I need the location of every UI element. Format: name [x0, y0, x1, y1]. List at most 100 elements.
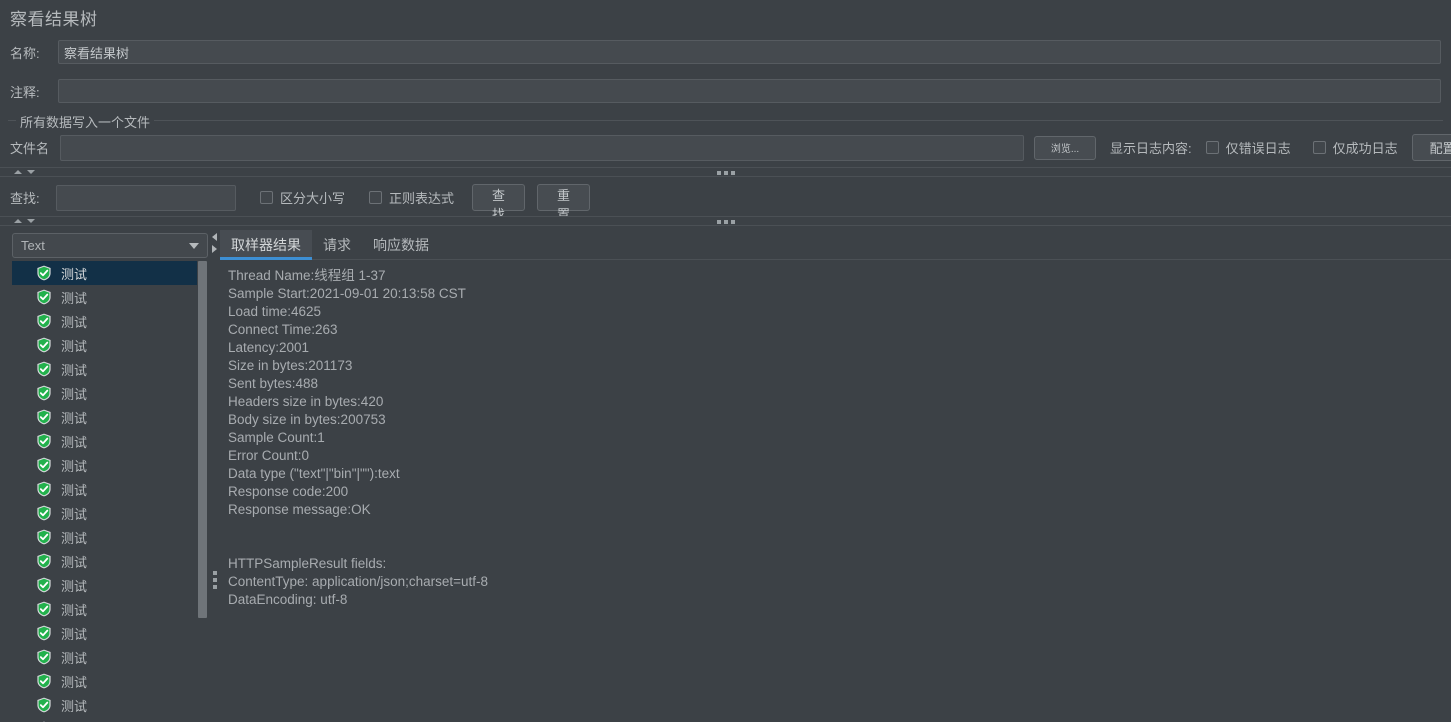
result-list-item-label: 测试 — [61, 674, 88, 690]
comment-input[interactable] — [58, 79, 1441, 103]
result-list-item-label: 测试 — [61, 578, 88, 594]
success-shield-icon — [37, 265, 51, 281]
success-shield-icon — [37, 553, 51, 569]
filename-input[interactable] — [60, 134, 1024, 161]
splitter-top-grip-icon[interactable] — [716, 171, 735, 175]
splitter-top[interactable] — [0, 167, 1451, 177]
result-list-item[interactable]: 测试 — [12, 501, 208, 525]
splitter-middle-grip-icon[interactable] — [716, 220, 735, 224]
chevron-left-icon[interactable] — [212, 233, 217, 241]
splitter-vertical-grip-icon[interactable] — [213, 571, 217, 589]
result-list-item-label: 测试 — [61, 410, 88, 426]
result-list-item-label: 测试 — [61, 650, 88, 666]
result-list-item[interactable]: 测试 — [12, 333, 208, 357]
success-shield-icon — [37, 433, 51, 449]
case-sensitive-checkbox[interactable]: 区分大小写 — [260, 188, 345, 207]
result-list-item[interactable]: 测试 — [12, 549, 208, 573]
collapse-down-icon[interactable] — [27, 219, 35, 223]
collapse-up-icon[interactable] — [14, 219, 22, 223]
result-list-item-label: 测试 — [61, 314, 88, 330]
sampler-result-text[interactable]: Thread Name:线程组 1-37 Sample Start:2021-0… — [220, 261, 1451, 722]
case-sensitive-box[interactable] — [260, 191, 273, 204]
success-shield-icon — [37, 361, 51, 377]
result-list-item[interactable]: 测试 — [12, 381, 208, 405]
result-list-item[interactable]: 测试 — [12, 285, 208, 309]
success-only-checkbox[interactable]: 仅成功日志 — [1312, 138, 1398, 157]
success-shield-icon — [37, 697, 51, 713]
splitter-middle[interactable] — [0, 216, 1451, 226]
comment-row: 注释: — [10, 79, 1443, 103]
result-list-item[interactable]: 测试 — [12, 645, 208, 669]
result-list-item-label: 测试 — [61, 338, 88, 354]
splitter-vertical[interactable] — [210, 231, 220, 722]
result-list-scrollbar[interactable] — [197, 261, 208, 722]
name-label: 名称: — [10, 45, 40, 61]
collapse-down-icon[interactable] — [27, 170, 35, 174]
result-list-item[interactable]: 测试 — [12, 261, 208, 285]
result-list-item[interactable]: 测试 — [12, 453, 208, 477]
result-list-item-label: 测试 — [61, 386, 88, 402]
result-list-item[interactable]: 测试 — [12, 597, 208, 621]
success-shield-icon — [37, 577, 51, 593]
regex-checkbox[interactable]: 正则表达式 — [369, 188, 454, 207]
result-list-item[interactable]: 测试 — [12, 621, 208, 645]
splitter-top-arrows[interactable] — [14, 170, 35, 174]
filename-row: 文件名 浏览... 显示日志内容: 仅错误日志 仅成功日志 配置 — [10, 134, 1451, 161]
result-list-item-label: 测试 — [61, 554, 88, 570]
result-list-item[interactable]: 测试 — [12, 693, 208, 717]
success-shield-icon — [37, 313, 51, 329]
errors-only-checkbox[interactable]: 仅错误日志 — [1205, 138, 1291, 157]
group-divider — [8, 120, 1443, 121]
result-list-item[interactable]: 测试 — [12, 477, 208, 501]
comment-label: 注释: — [10, 84, 40, 100]
search-label: 查找: — [10, 191, 40, 206]
success-shield-icon — [37, 337, 51, 353]
result-list-item[interactable]: 测试 — [12, 669, 208, 693]
success-only-box[interactable] — [1312, 141, 1326, 154]
result-list-item[interactable]: 测试 — [12, 429, 208, 453]
splitter-middle-arrows[interactable] — [14, 219, 35, 223]
result-list-item[interactable]: 测试 — [12, 405, 208, 429]
result-list-item[interactable]: 测试 — [12, 573, 208, 597]
result-list-item-label: 测试 — [61, 290, 88, 306]
collapse-up-icon[interactable] — [14, 170, 22, 174]
result-list-item[interactable]: 测试 — [12, 309, 208, 333]
success-shield-icon — [37, 409, 51, 425]
configure-button[interactable]: 配置 — [1411, 134, 1451, 161]
regex-box[interactable] — [369, 191, 383, 204]
tab-0[interactable]: 取样器结果 — [220, 230, 312, 260]
errors-only-box[interactable] — [1205, 141, 1219, 154]
tab-scroll-arrows[interactable] — [212, 233, 217, 253]
search-input[interactable] — [56, 184, 236, 211]
success-shield-icon — [37, 505, 51, 521]
success-shield-icon — [37, 673, 51, 689]
tab-1[interactable]: 请求 — [312, 230, 362, 259]
success-shield-icon — [37, 289, 51, 305]
group-title: 所有数据写入一个文件 — [16, 112, 155, 131]
success-shield-icon — [37, 625, 51, 641]
result-list-item-label: 测试 — [61, 458, 88, 474]
tab-2[interactable]: 响应数据 — [362, 230, 440, 259]
chevron-right-icon[interactable] — [212, 245, 217, 253]
result-list-item[interactable]: 测试 — [12, 525, 208, 549]
results-left-column: Text 测试 测试 测试 测试 测试 测试 测试 测试 测试 测试 测试 测试 测试 测试 测试 测试 测试测… — [0, 231, 210, 722]
success-shield-icon — [37, 649, 51, 665]
success-shield-icon — [37, 481, 51, 497]
chevron-down-icon[interactable] — [189, 242, 199, 249]
result-list-item[interactable]: 测试 — [12, 717, 208, 722]
result-tabs: 取样器结果 请求 响应数据 — [220, 230, 1451, 260]
result-list-scrollbar-thumb[interactable] — [198, 261, 207, 618]
renderer-select[interactable]: Text — [12, 233, 208, 258]
success-shield-icon — [37, 457, 51, 473]
find-button[interactable]: 查找 — [472, 184, 526, 222]
errors-only-label: 仅错误日志 — [1225, 141, 1291, 156]
success-shield-icon — [37, 529, 51, 545]
name-row: 名称: — [10, 40, 1443, 64]
name-input[interactable] — [58, 40, 1441, 64]
success-only-label: 仅成功日志 — [1332, 141, 1398, 156]
browse-button[interactable]: 浏览... — [1034, 135, 1096, 160]
result-list-item[interactable]: 测试 — [12, 357, 208, 381]
reset-button[interactable]: 重置 — [537, 184, 591, 222]
result-list-item-label: 测试 — [61, 530, 88, 546]
result-list[interactable]: 测试测试测试测试测试测试测试测试测试测试测试测试测试测试测试测试测试测试测试测试 — [12, 261, 208, 722]
